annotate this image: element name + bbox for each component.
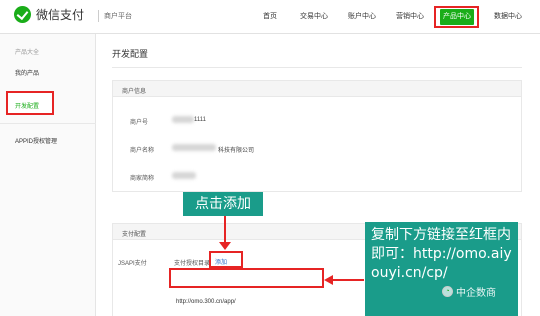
merchant-id-label: 商户号	[130, 120, 149, 126]
watermark: ◔ 中企数商	[442, 284, 496, 299]
arrow-left-icon	[324, 275, 333, 285]
page-title: 开发配置	[112, 49, 149, 59]
merchant-short-name-label: 商家简称	[130, 176, 155, 182]
title-divider	[112, 67, 522, 68]
auth-directory-input[interactable]	[169, 268, 324, 288]
arrow-down-icon	[219, 242, 231, 250]
merchant-info-header: 商户信息	[113, 81, 521, 97]
top-navigation-bar: 微信支付 商户平台 首页 交易中心 账户中心 营销中心 产品中心 数据中心	[0, 0, 540, 34]
pay-auth-directory-label: 支付授权目录	[174, 261, 211, 267]
sidebar-item-my-products[interactable]: 我的产品	[15, 68, 39, 77]
product-center-highlight-box	[434, 6, 479, 28]
wechat-pay-logo[interactable]: 微信支付	[14, 6, 84, 23]
arrow-left-shaft	[332, 279, 364, 281]
merchant-short-name-redacted	[172, 172, 196, 179]
merchant-id-value: 1111	[194, 117, 207, 123]
nav-home[interactable]: 首页	[263, 11, 277, 21]
wechat-pay-check-icon	[14, 6, 31, 23]
logo-text: 微信支付	[36, 8, 85, 22]
sidebar-category-label: 产品大全	[15, 50, 40, 56]
merchant-platform-label: 商户平台	[104, 13, 132, 20]
nav-account-center[interactable]: 账户中心	[348, 11, 376, 21]
watermark-text: 中企数商	[456, 288, 496, 299]
merchant-name-value: 科技有限公司	[218, 148, 255, 154]
logo-divider	[98, 10, 99, 22]
auth-directory-url: http://omo.300.cn/app/	[176, 299, 236, 305]
add-auth-directory-link[interactable]: 添加	[215, 257, 227, 266]
nav-marketing-center[interactable]: 营销中心	[396, 11, 424, 21]
sidebar-item-appid-auth[interactable]: APPID授权管理	[15, 136, 57, 145]
click-add-callout: 点击添加	[183, 192, 263, 216]
wechat-official-account-icon: ◔	[442, 286, 453, 297]
merchant-name-label: 商户名称	[130, 148, 155, 154]
sidebar: 产品大全 我的产品 开发配置 APPID授权管理	[0, 34, 96, 316]
copy-link-callout: 复制下方链接至红框内即可：http://omo.aiyouyi.cn/cp/	[365, 222, 518, 316]
merchant-id-redacted	[172, 116, 194, 123]
jsapi-pay-label: JSAPI支付	[118, 261, 147, 267]
sidebar-divider	[0, 123, 96, 124]
merchant-name-redacted	[172, 144, 216, 151]
sidebar-item-dev-config[interactable]: 开发配置	[15, 101, 39, 110]
nav-data-center[interactable]: 数据中心	[494, 11, 522, 21]
nav-trade-center[interactable]: 交易中心	[300, 11, 328, 21]
arrow-down-shaft	[224, 216, 226, 244]
